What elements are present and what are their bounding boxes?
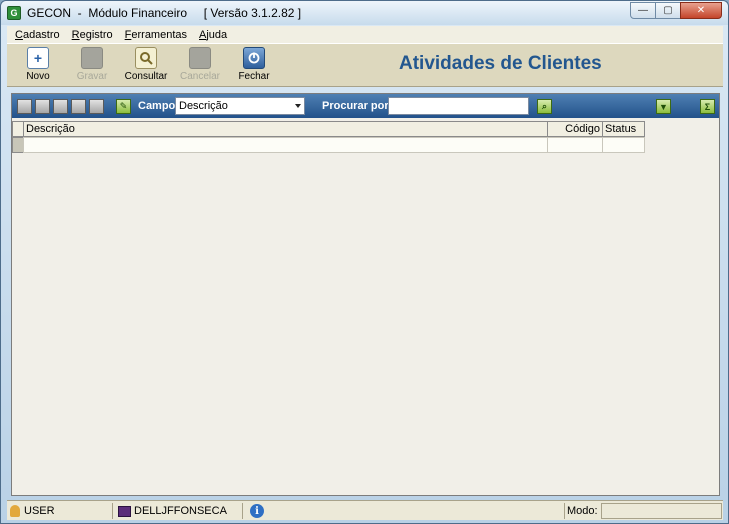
gravar-label: Gravar [76, 71, 108, 82]
fechar-label: Fechar [238, 71, 270, 82]
procurar-label: Procurar por [322, 100, 389, 112]
column-header-status[interactable]: Status [602, 121, 645, 137]
nav-refresh-button[interactable] [89, 99, 104, 114]
window-controls: — ▢ ✕ [630, 2, 722, 19]
minimize-button[interactable]: — [630, 2, 656, 19]
nav-last-button[interactable] [71, 99, 86, 114]
close-button[interactable]: ✕ [680, 2, 722, 19]
status-machine-text: DELLJFFONSECA [134, 505, 227, 517]
menu-ferramentas[interactable]: Ferramentas [119, 29, 193, 41]
menu-registro-rest: egistro [79, 28, 113, 41]
window-title: GECON - Módulo Financeiro [ Versão 3.1.2… [27, 6, 302, 20]
search-input[interactable] [388, 97, 529, 115]
content-panel: ✎ Campo Descrição Procurar por ⌕ ▼ Σ Des… [11, 93, 720, 496]
menu-cadastro[interactable]: Cadastro [9, 29, 66, 41]
status-info: i [247, 503, 565, 519]
column-header-descricao[interactable]: Descrição [23, 121, 548, 137]
cell-status[interactable] [602, 137, 645, 153]
menu-bar: Cadastro Registro Ferramentas Ajuda [7, 26, 723, 43]
app-icon[interactable]: G [7, 6, 21, 20]
cancel-icon [189, 47, 211, 69]
modo-field [601, 503, 722, 519]
menu-cadastro-rest: adastro [22, 28, 60, 41]
sum-icon[interactable]: Σ [700, 99, 715, 114]
new-document-icon: + [27, 47, 49, 69]
page-title: Atividades de Clientes [399, 53, 602, 74]
menu-ferramentas-rest: erramentas [131, 28, 188, 41]
novo-button[interactable]: + Novo [14, 47, 62, 87]
cancelar-label: Cancelar [179, 71, 221, 82]
save-icon [81, 47, 103, 69]
status-user-text: USER [24, 505, 55, 517]
novo-label: Novo [26, 71, 50, 82]
power-symbol-icon [248, 52, 260, 64]
maximize-button[interactable]: ▢ [655, 2, 681, 19]
menu-ajuda-rest: juda [206, 28, 228, 41]
cell-descricao[interactable] [23, 137, 548, 153]
info-icon: i [250, 504, 264, 518]
nav-prior-button[interactable] [35, 99, 50, 114]
menu-registro-accel: R [71, 28, 80, 41]
column-header-codigo[interactable]: Código [547, 121, 603, 137]
status-bar: USER DELLJFFONSECA i Modo: [7, 500, 723, 520]
toolbar: + Novo Gravar Consultar Cancelar Fechar … [7, 43, 723, 87]
status-machine: DELLJFFONSECA [115, 503, 243, 519]
chevron-down-icon [295, 104, 301, 108]
campo-label: Campo [138, 100, 176, 112]
menu-registro[interactable]: Registro [66, 29, 119, 41]
nav-next-button[interactable] [53, 99, 68, 114]
nav-first-button[interactable] [17, 99, 32, 114]
menu-cadastro-accel: C [15, 28, 23, 41]
consultar-label: Consultar [124, 71, 168, 82]
search-document-icon [135, 47, 157, 69]
magnifier-icon [140, 52, 153, 65]
filter-bar: ✎ Campo Descrição Procurar por ⌕ ▼ Σ [12, 94, 719, 118]
application-window: G GECON - Módulo Financeiro [ Versão 3.1… [0, 0, 729, 524]
title-bar[interactable]: G GECON - Módulo Financeiro [ Versão 3.1… [1, 1, 728, 25]
consultar-button[interactable]: Consultar [122, 47, 170, 87]
computer-icon [118, 505, 131, 517]
campo-select[interactable]: Descrição [175, 97, 305, 115]
gravar-button[interactable]: Gravar [68, 47, 116, 87]
fechar-button[interactable]: Fechar [230, 47, 278, 87]
edit-icon[interactable]: ✎ [116, 99, 131, 114]
user-icon [10, 505, 20, 517]
filter-icon[interactable]: ▼ [656, 99, 671, 114]
menu-ajuda[interactable]: Ajuda [193, 29, 233, 41]
cell-codigo[interactable] [547, 137, 603, 153]
cancelar-button[interactable]: Cancelar [176, 47, 224, 87]
status-modo: Modo: [567, 503, 601, 519]
status-user: USER [7, 503, 113, 519]
campo-select-value: Descrição [179, 100, 228, 112]
search-icon[interactable]: ⌕ [537, 99, 552, 114]
modo-label: Modo: [567, 505, 598, 517]
power-icon [243, 47, 265, 69]
